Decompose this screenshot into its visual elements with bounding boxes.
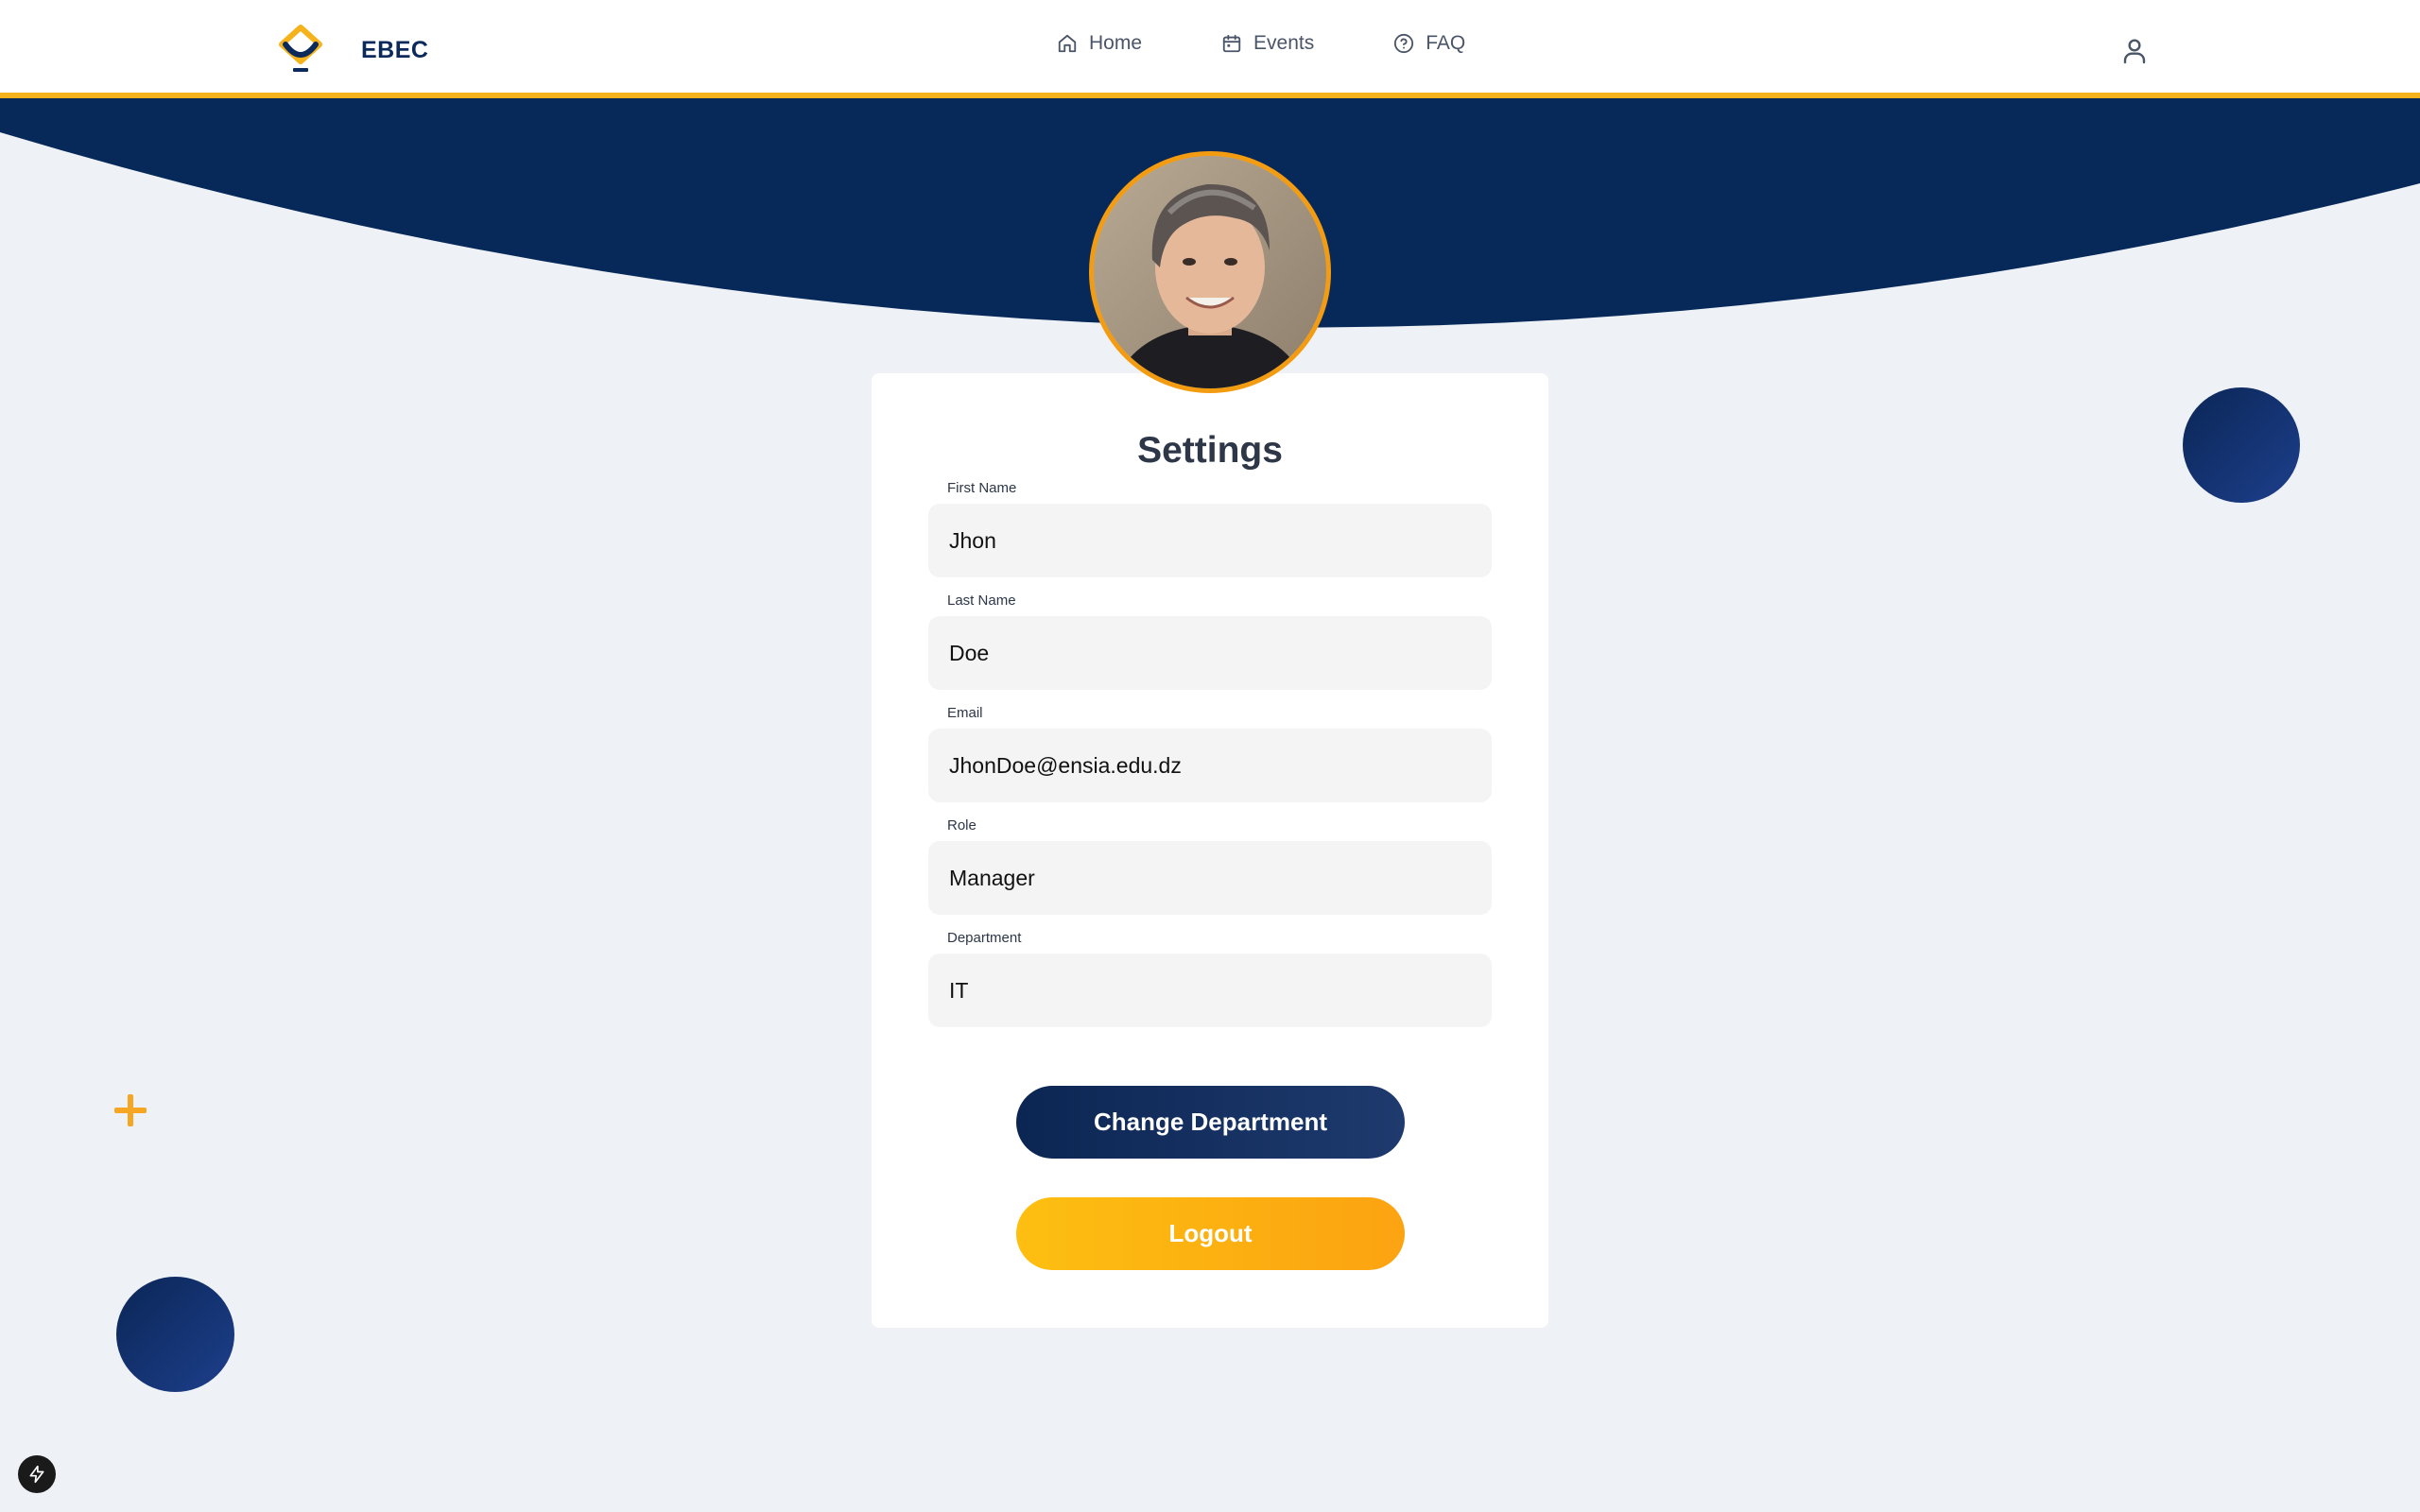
- nav-item-events[interactable]: Events: [1221, 32, 1314, 55]
- role-label: Role: [947, 817, 977, 833]
- main-nav: Home Events FAQ: [1057, 32, 1465, 55]
- brand-name: EBEC: [361, 36, 429, 63]
- user-icon: [2123, 39, 2146, 64]
- dev-tools-button[interactable]: [18, 1455, 56, 1493]
- nav-item-label: Events: [1253, 32, 1315, 54]
- nav-item-faq[interactable]: FAQ: [1393, 32, 1465, 55]
- ebec-logo-icon: [274, 24, 327, 77]
- last-name-label: Last Name: [947, 593, 1016, 609]
- logout-button[interactable]: Logout: [1016, 1197, 1405, 1270]
- first-name-label: First Name: [947, 480, 1017, 496]
- brand[interactable]: EBEC: [274, 24, 428, 77]
- change-department-button[interactable]: Change Department: [1016, 1086, 1405, 1159]
- role-field[interactable]: Manager: [928, 841, 1492, 915]
- help-circle-icon: [1394, 33, 1414, 54]
- settings-card: Settings First Name Jhon Last Name Doe E…: [872, 373, 1548, 1328]
- user-profile-button[interactable]: [2119, 36, 2150, 66]
- home-icon: [1058, 34, 1077, 53]
- email-label: Email: [947, 705, 983, 721]
- nav-item-label: Home: [1089, 32, 1143, 54]
- settings-title: Settings: [1137, 430, 1283, 471]
- lightning-icon: [29, 1465, 44, 1484]
- nav-item-home[interactable]: Home: [1057, 32, 1142, 55]
- plus-icon: [114, 1094, 147, 1126]
- email-field[interactable]: JhonDoe@ensia.edu.dz: [928, 729, 1492, 802]
- profile-avatar[interactable]: [1089, 151, 1331, 393]
- department-label: Department: [947, 930, 1022, 946]
- department-field[interactable]: IT: [928, 954, 1492, 1027]
- decorative-circle: [2183, 387, 2300, 503]
- last-name-field[interactable]: Doe: [928, 616, 1492, 690]
- top-navbar: EBEC Home Events FAQ: [0, 0, 2420, 98]
- calendar-icon: [1222, 34, 1241, 53]
- nav-item-label: FAQ: [1426, 32, 1466, 54]
- first-name-field[interactable]: Jhon: [928, 504, 1492, 577]
- decorative-circle: [116, 1277, 234, 1392]
